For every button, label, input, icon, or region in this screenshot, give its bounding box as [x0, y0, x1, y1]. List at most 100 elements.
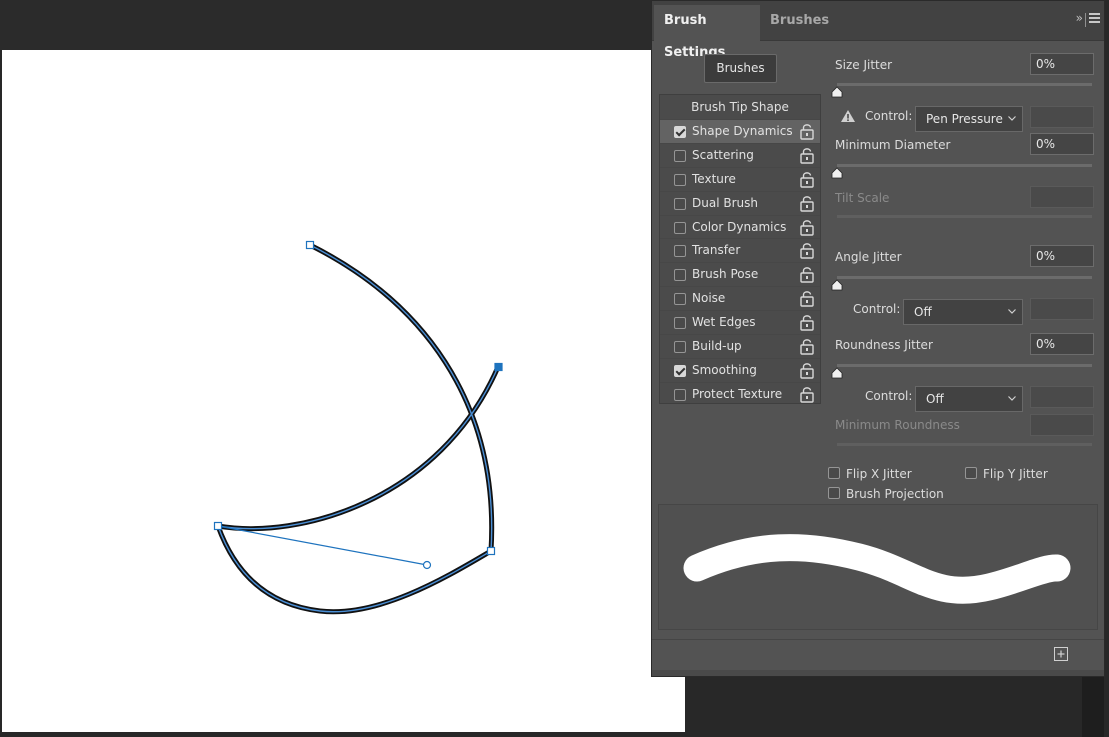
list-item-brush-pose[interactable]: Brush Pose [660, 262, 820, 286]
anchor-point-right[interactable] [486, 546, 496, 556]
chevron-down-icon [1008, 116, 1016, 121]
unlock-icon[interactable] [800, 219, 814, 236]
list-item-dual-brush[interactable]: Dual Brush [660, 190, 820, 215]
list-item-label: Transfer [692, 243, 741, 258]
angle-control-extra-field [1030, 298, 1094, 320]
unlock-icon[interactable] [800, 314, 814, 331]
list-item-label: Noise [692, 291, 726, 306]
list-item-label: Build-up [692, 339, 742, 354]
unlock-icon[interactable] [800, 147, 814, 164]
roundness-control-dropdown[interactable]: Off [915, 386, 1023, 412]
brush-projection-checkbox[interactable] [828, 487, 840, 499]
anchor-point-top[interactable] [305, 240, 315, 250]
list-item-shape-dynamics[interactable]: Shape Dynamics [660, 119, 820, 143]
angle-control-dropdown[interactable]: Off [903, 299, 1023, 325]
warning-icon [841, 110, 855, 122]
min-diameter-field[interactable]: 0% [1030, 133, 1094, 155]
list-item-build-up[interactable]: Build-up [660, 334, 820, 358]
checkbox[interactable] [674, 173, 686, 186]
checkbox[interactable] [674, 293, 686, 306]
checkbox[interactable] [674, 388, 686, 401]
canvas-top-strip [0, 0, 652, 50]
min-diameter-slider[interactable] [837, 164, 1092, 167]
size-jitter-field[interactable]: 0% [1030, 53, 1094, 75]
flip-x-jitter-label: Flip X Jitter [846, 467, 912, 481]
brush-settings-panel: Brush Settings Brushes » Brushes Brush T… [651, 0, 1105, 677]
roundness-jitter-label: Roundness Jitter [835, 338, 933, 352]
checkbox[interactable] [674, 341, 686, 354]
list-item-label: Brush Pose [692, 267, 759, 282]
size-control-dropdown[interactable]: Pen Pressure [915, 106, 1023, 132]
angle-control-label: Control: [853, 302, 901, 316]
list-item-wet-edges[interactable]: Wet Edges [660, 310, 820, 334]
unlock-icon[interactable] [800, 338, 814, 355]
size-jitter-slider[interactable] [837, 83, 1092, 86]
size-jitter-slider-thumb[interactable] [831, 86, 843, 98]
list-item-texture[interactable]: Texture [660, 166, 820, 191]
preview-stroke [683, 534, 1071, 604]
document-canvas[interactable] [2, 50, 685, 732]
list-item-scattering[interactable]: Scattering [660, 142, 820, 167]
tab-bar-divider [1085, 13, 1086, 27]
checkbox[interactable] [674, 149, 686, 162]
tab-brushes[interactable]: Brushes [760, 5, 829, 41]
roundness-jitter-slider[interactable] [837, 364, 1092, 367]
checkbox[interactable] [674, 221, 686, 234]
photoshop-window: Brush Settings Brushes » Brushes Brush T… [0, 0, 1109, 737]
unlock-icon[interactable] [800, 290, 814, 307]
unlock-icon[interactable] [800, 171, 814, 188]
panel-resize-grip[interactable] [652, 670, 1104, 676]
chevron-down-icon [1008, 396, 1016, 401]
anchor-point-left[interactable] [213, 521, 223, 531]
workspace-background [685, 677, 1109, 737]
flip-y-jitter-label: Flip Y Jitter [983, 467, 1048, 481]
unlock-icon[interactable] [800, 123, 814, 140]
panel-tab-bar: Brush Settings Brushes » [652, 1, 1104, 60]
direction-handle-point[interactable] [422, 560, 432, 570]
min-roundness-label: Minimum Roundness [835, 418, 960, 432]
list-item-label: Color Dynamics [692, 219, 787, 234]
brush-tip-shape-item[interactable]: Brush Tip Shape [660, 95, 820, 119]
checkbox[interactable] [674, 317, 686, 330]
min-diameter-slider-thumb[interactable] [831, 167, 843, 179]
brushes-button[interactable]: Brushes [704, 54, 777, 83]
collapse-panel-icon[interactable]: » [1076, 11, 1083, 25]
checkbox[interactable] [674, 197, 686, 210]
brush-options-list: Brush Tip Shape Shape Dynamics Scattering… [659, 94, 821, 404]
flip-x-jitter-checkbox[interactable] [828, 467, 840, 479]
checkbox[interactable] [674, 245, 686, 258]
unlock-icon[interactable] [800, 242, 814, 260]
checkbox[interactable] [674, 126, 686, 138]
flip-y-jitter-checkbox[interactable] [965, 467, 977, 479]
list-item-label: Scattering [692, 147, 754, 162]
list-item-noise[interactable]: Noise [660, 286, 820, 310]
min-diameter-label: Minimum Diameter [835, 138, 951, 152]
tab-brush-settings[interactable]: Brush Settings [654, 5, 760, 60]
workspace-scrollbar[interactable] [1082, 677, 1104, 737]
roundness-jitter-slider-thumb[interactable] [831, 367, 843, 379]
roundness-control-value: Off [926, 392, 944, 406]
angle-jitter-field[interactable]: 0% [1030, 245, 1094, 267]
checkbox[interactable] [674, 364, 686, 377]
checkbox[interactable] [674, 269, 686, 282]
list-item-transfer[interactable]: Transfer [660, 238, 820, 262]
anchor-point-selected[interactable] [494, 362, 503, 372]
list-item-smoothing[interactable]: Smoothing [660, 357, 820, 382]
size-control-extra-field [1030, 106, 1094, 128]
panel-bottom-bar [652, 639, 1104, 671]
roundness-control-extra-field [1030, 386, 1094, 408]
list-item-label: Protect Texture [692, 386, 783, 401]
unlock-icon[interactable] [800, 195, 814, 212]
list-item-protect-texture[interactable]: Protect Texture [660, 381, 820, 406]
list-item-color-dynamics[interactable]: Color Dynamics [660, 214, 820, 239]
panel-menu-icon[interactable] [1089, 13, 1100, 25]
tilt-scale-field [1030, 186, 1094, 208]
create-new-brush-icon[interactable] [1054, 647, 1068, 661]
angle-jitter-slider[interactable] [837, 276, 1092, 279]
angle-jitter-slider-thumb[interactable] [831, 279, 843, 291]
unlock-icon[interactable] [800, 266, 814, 284]
size-control-label: Control: [865, 109, 913, 123]
unlock-icon[interactable] [800, 386, 814, 403]
roundness-jitter-field[interactable]: 0% [1030, 333, 1094, 355]
unlock-icon[interactable] [800, 362, 814, 379]
